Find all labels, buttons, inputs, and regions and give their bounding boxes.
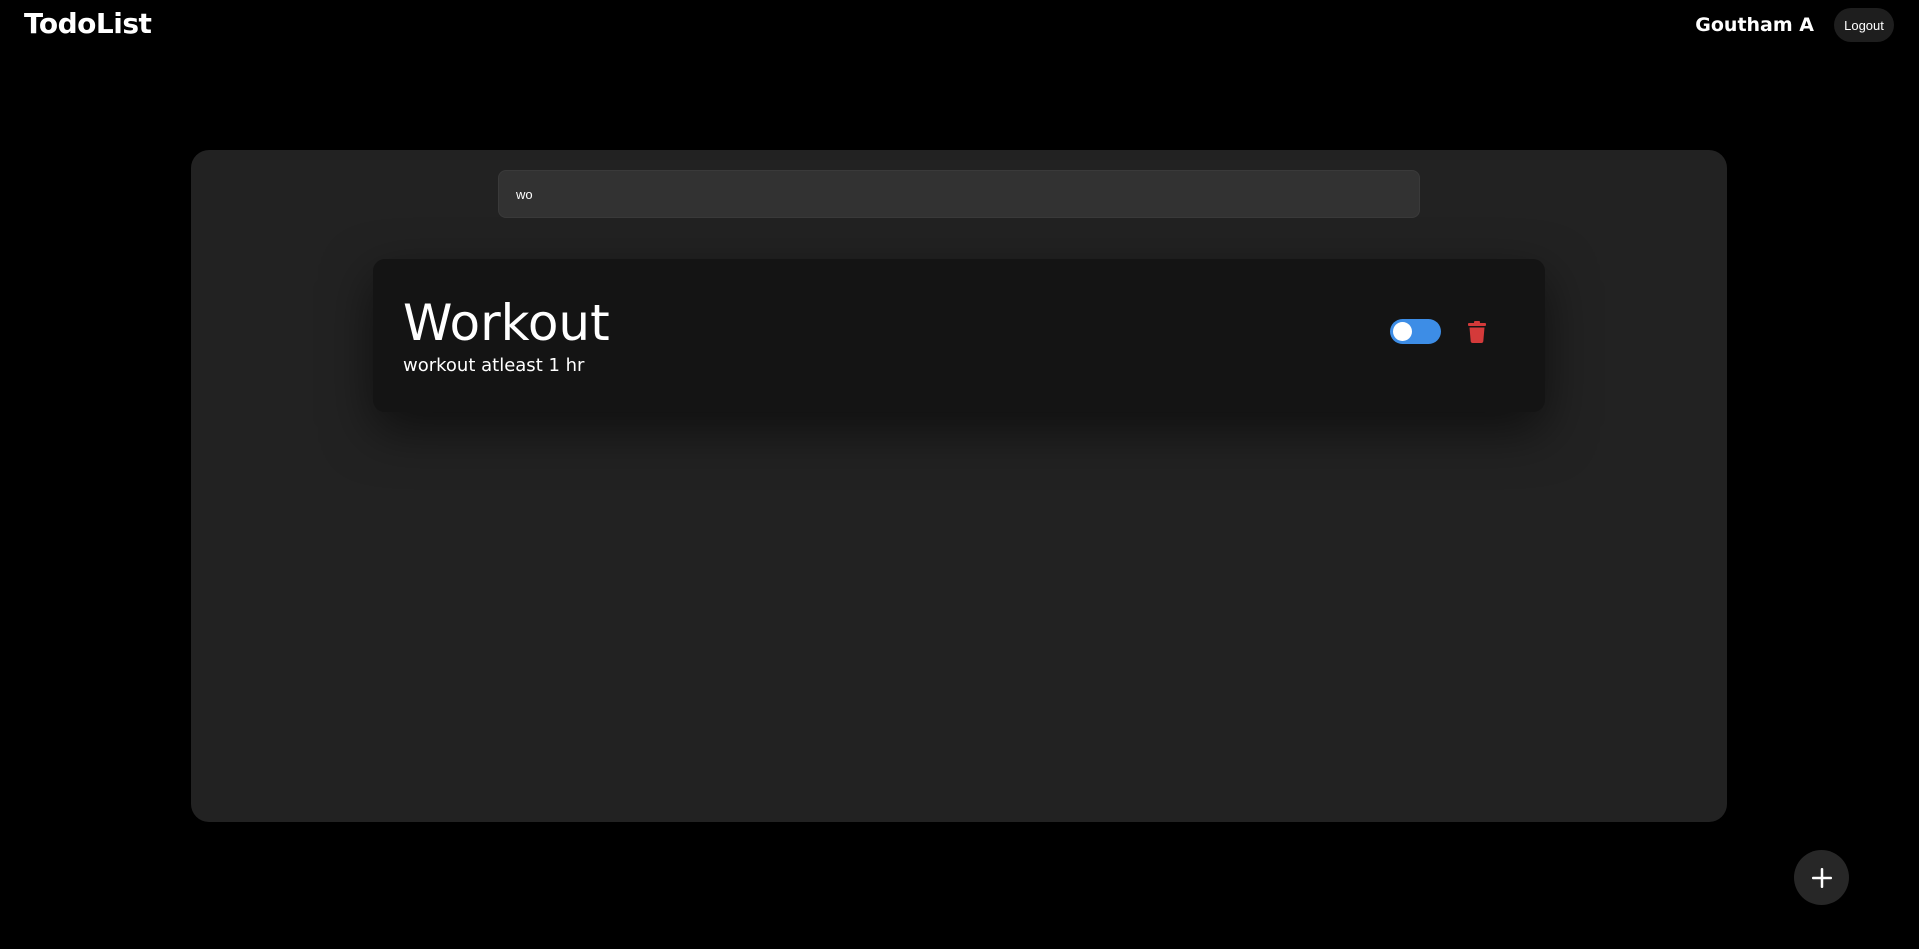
search-input[interactable] — [498, 170, 1420, 218]
task-title: Workout — [403, 294, 610, 352]
navbar: TodoList Goutham A Logout — [0, 0, 1919, 50]
main-panel: Workout workout atleast 1 hr — [191, 150, 1727, 822]
user-name: Goutham A — [1695, 14, 1814, 36]
trash-icon — [1468, 321, 1486, 343]
task-complete-toggle[interactable] — [1390, 319, 1441, 344]
app-root: TodoList Goutham A Logout Workout workou… — [0, 0, 1919, 949]
toggle-knob — [1393, 322, 1412, 341]
logout-button[interactable]: Logout — [1834, 8, 1894, 42]
delete-task-button[interactable] — [1465, 318, 1489, 346]
plus-icon — [1811, 867, 1832, 888]
task-card: Workout workout atleast 1 hr — [373, 259, 1545, 412]
task-description: workout atleast 1 hr — [403, 355, 585, 376]
add-task-button[interactable] — [1794, 850, 1849, 905]
brand-logo[interactable]: TodoList — [24, 7, 152, 40]
